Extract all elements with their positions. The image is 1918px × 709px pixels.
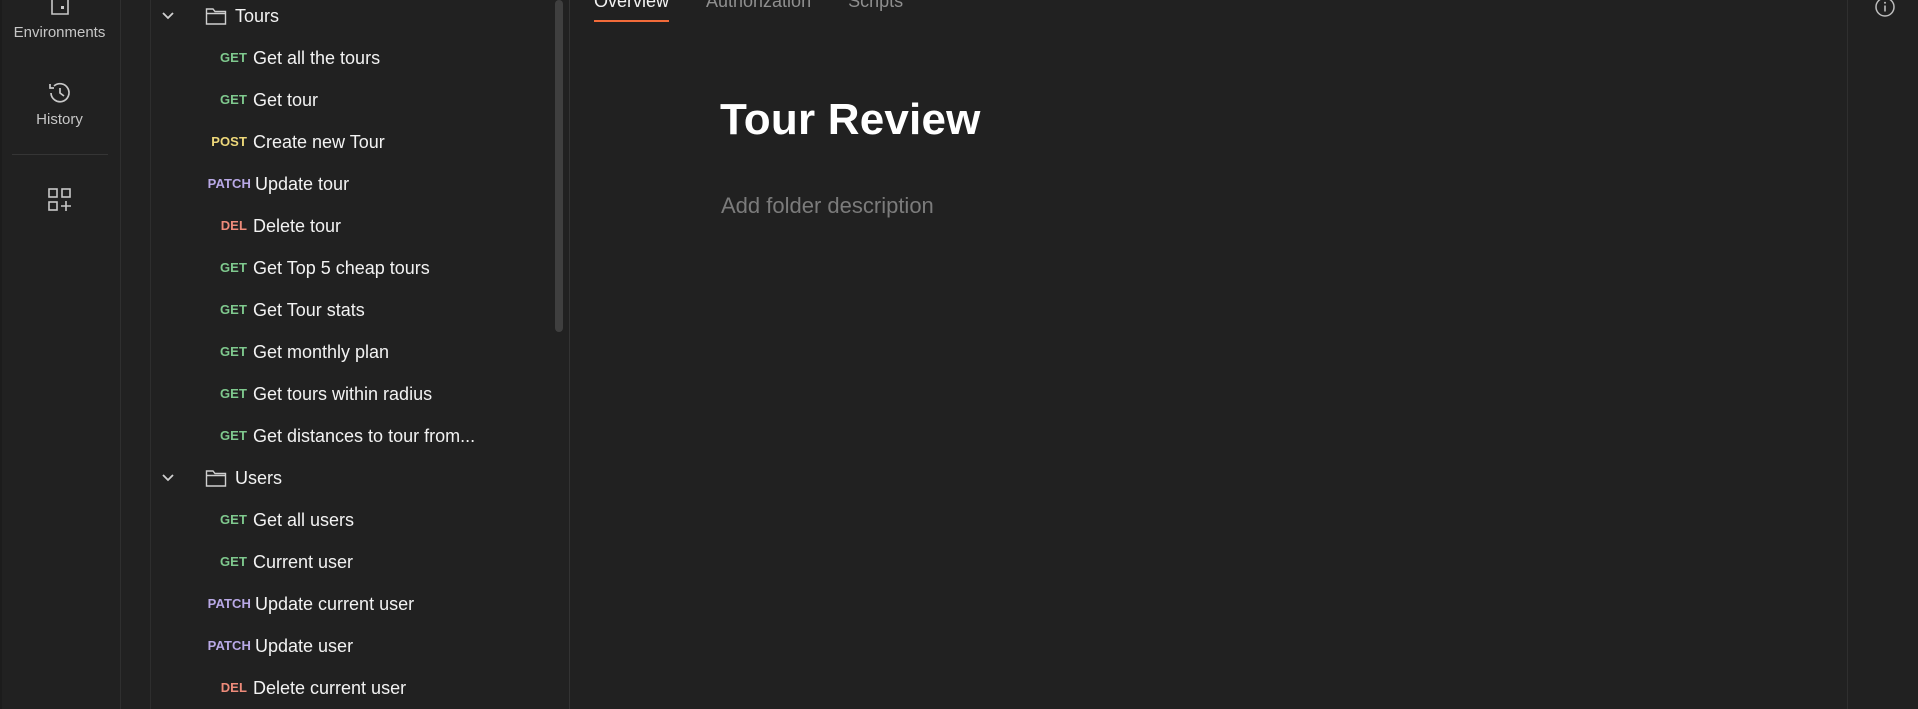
folder-description-input[interactable]: Add folder description [721,193,934,219]
method-badge: GET [219,428,247,443]
request-name: Get Tour stats [253,300,365,320]
chevron-down-icon[interactable] [159,469,177,487]
request-row[interactable]: GET Get Top 5 cheap tours [121,247,553,289]
method-badge: GET [219,554,247,569]
request-name: Get tour [253,90,319,110]
folder-icon [205,8,227,25]
rail-add-apps[interactable] [2,186,117,214]
add-apps-icon [47,188,71,211]
method-badge: GET [219,260,247,275]
tab-overview[interactable]: Overview [594,0,670,22]
request-name: Get all users [253,510,355,530]
folder-row-users[interactable]: Users [121,457,553,499]
method-badge: PATCH [207,638,251,653]
request-name: Get monthly plan [253,342,390,362]
method-badge: GET [219,92,247,107]
request-row[interactable]: GET Get tours within radius [121,373,553,415]
method-badge: GET [219,512,247,527]
request-name: Get tours within radius [253,384,433,404]
request-name: Delete current user [253,678,407,698]
folder-tabs: Overview Authorization Scripts [594,0,940,22]
folder-name: Tours [235,6,280,26]
request-name: Update tour [255,174,350,194]
request-name: Delete tour [253,216,342,236]
method-badge: GET [219,386,247,401]
request-row[interactable]: POST Create new Tour [121,121,553,163]
folder-name: Users [235,468,283,488]
method-badge: PATCH [207,176,251,191]
request-name: Update user [255,636,354,656]
request-row[interactable]: DEL Delete tour [121,205,553,247]
request-name: Get distances to tour from... [253,426,476,446]
environments-icon [50,0,69,15]
rail-history[interactable]: History [2,79,117,128]
collection-sidebar: Tours GET Get all the tours GET Get tour… [121,0,570,709]
method-badge: PATCH [207,596,251,611]
method-badge: POST [211,134,247,149]
request-row[interactable]: GET Get tour [121,79,553,121]
method-badge: DEL [220,218,247,233]
rail-environments[interactable]: Environments [2,0,117,41]
rail-divider [12,154,108,155]
request-name: Create new Tour [253,132,385,152]
right-context-bar [1848,0,1918,709]
request-row[interactable]: PATCH Update user [121,625,553,667]
request-name: Get Top 5 cheap tours [253,258,430,278]
app-window: Environments History Tours GET Get all t… [0,0,1918,709]
history-icon [48,82,70,103]
request-name: Current user [253,552,354,572]
tab-authorization[interactable]: Authorization [706,0,811,22]
folder-row-tours[interactable]: Tours [121,0,553,37]
method-badge: GET [219,50,247,65]
icon-rail: Environments History [2,0,121,709]
request-row[interactable]: PATCH Update tour [121,163,553,205]
request-row[interactable]: PATCH Update current user [121,583,553,625]
folder-title[interactable]: Tour Review [720,95,981,145]
tab-scripts[interactable]: Scripts [848,0,903,22]
request-row[interactable]: GET Get all users [121,499,553,541]
method-badge: GET [219,302,247,317]
request-row[interactable]: GET Get distances to tour from... [121,415,553,457]
environments-label: Environments [13,24,106,41]
method-badge: GET [219,344,247,359]
folder-overview-panel: Overview Authorization Scripts Tour Revi… [570,0,1848,709]
request-row[interactable]: DEL Delete current user [121,667,553,709]
folder-icon [205,470,227,487]
request-row[interactable]: GET Get monthly plan [121,331,553,373]
request-row[interactable]: GET Get all the tours [121,37,553,79]
request-row[interactable]: GET Get Tour stats [121,289,553,331]
info-icon[interactable] [1874,0,1896,18]
sidebar-scrollbar-thumb[interactable] [555,0,563,332]
request-name: Get all the tours [253,48,381,68]
chevron-down-icon[interactable] [159,7,177,25]
request-name: Update current user [255,594,415,614]
request-row[interactable]: GET Current user [121,541,553,583]
method-badge: DEL [220,680,247,695]
history-label: History [36,111,83,128]
